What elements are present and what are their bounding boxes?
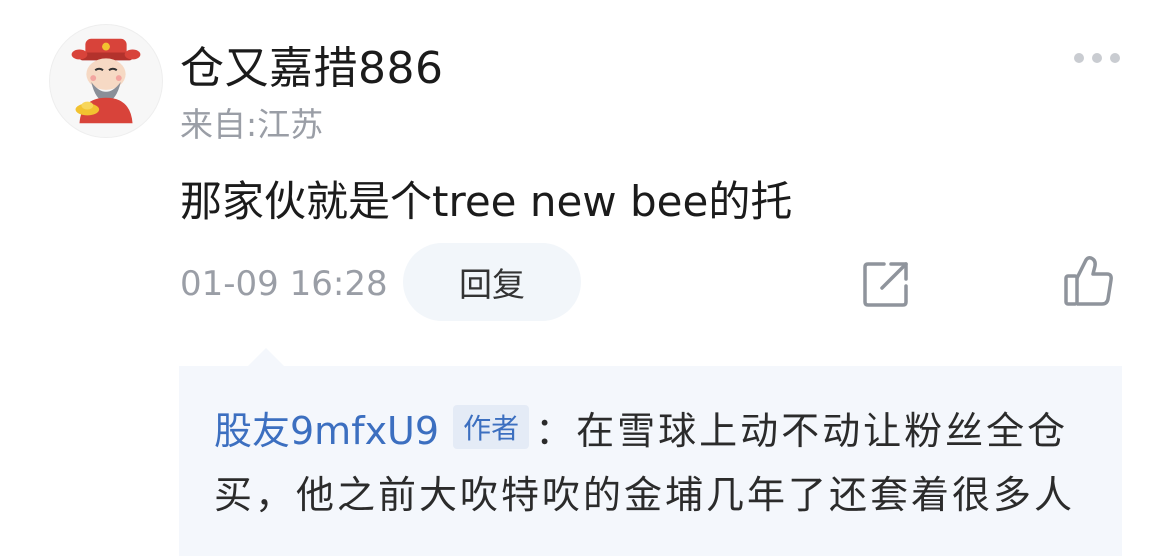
dot [1092, 53, 1102, 63]
reply-box-pointer [248, 348, 284, 366]
comment-text: 那家伙就是个tree new bee的托 [180, 177, 793, 226]
dot [1074, 53, 1084, 63]
reply-preview-box[interactable] [179, 366, 1122, 556]
reply-text-2: 买，他之前大吹特吹的金埔几年了还套着很多人 [214, 473, 1076, 517]
avatar[interactable] [49, 24, 163, 138]
user-location: 来自:江苏 [180, 105, 324, 144]
timestamp: 01-09 16:28 [180, 264, 388, 304]
reply-line-2: 买，他之前大吹特吹的金埔几年了还套着很多人 [214, 464, 1075, 519]
dot [1110, 53, 1120, 63]
reply-line-1: 股友9mfxU9 作者 ：在雪球上动不动让粉丝全仓 [214, 400, 1068, 455]
caishen-avatar-icon [71, 38, 141, 124]
author-badge: 作者 [453, 405, 530, 449]
more-dots-icon[interactable] [1074, 50, 1120, 66]
share-icon[interactable] [860, 258, 912, 310]
thumbs-up-icon[interactable] [1062, 254, 1116, 308]
reply-button[interactable]: 回复 [403, 243, 581, 321]
reply-author[interactable]: 股友9mfxU9 [214, 409, 439, 453]
username[interactable]: 仓又嘉措886 [180, 32, 443, 96]
reply-text-1: ：在雪球上动不动让粉丝全仓 [535, 409, 1069, 453]
